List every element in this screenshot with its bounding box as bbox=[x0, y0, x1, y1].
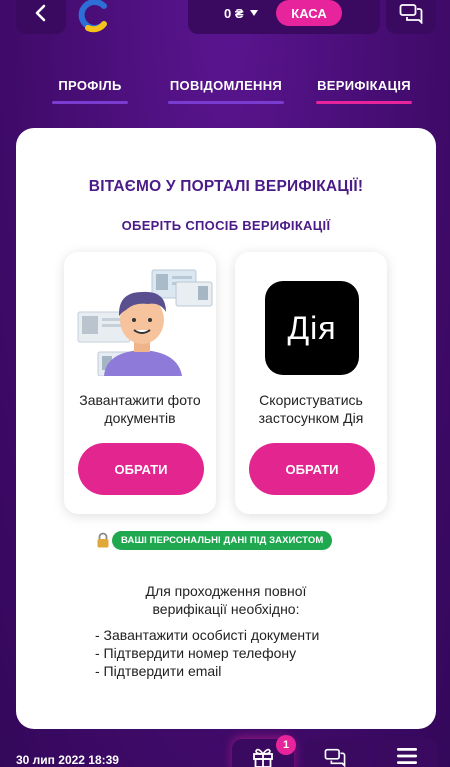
logo[interactable] bbox=[74, 0, 114, 34]
datetime: 30 лип 2022 18:39 bbox=[16, 753, 119, 767]
chat-nav-button[interactable] bbox=[304, 739, 366, 767]
tab-label: ПРОФІЛЬ bbox=[58, 78, 122, 93]
tab-label: ПОВІДОМЛЕННЯ bbox=[169, 78, 283, 93]
requirement-item: - Завантажити особисті документи bbox=[95, 627, 320, 643]
select-diia-button[interactable]: ОБРАТИ bbox=[249, 443, 375, 495]
option-text-line: Скористуватись bbox=[259, 392, 363, 408]
requirements-title-line: Для проходження повної bbox=[145, 583, 307, 599]
secure-notice: ВАШІ ПЕРСОНАЛЬНІ ДАНІ ПІД ЗАХИСТОМ bbox=[96, 530, 333, 550]
chevron-left-icon bbox=[35, 4, 46, 22]
requirement-item: - Підтвердити email bbox=[95, 663, 222, 679]
tab-label: ВЕРИФІКАЦІЯ bbox=[317, 78, 411, 93]
top-header: 0 ₴ КАСА bbox=[0, 0, 450, 34]
bottom-bar: 30 лип 2022 18:39 1 bbox=[0, 735, 450, 767]
diia-logo-text: Дія bbox=[287, 309, 337, 346]
option-text-line: документів bbox=[104, 410, 176, 426]
option-text-line: Завантажити фото bbox=[79, 392, 201, 408]
tab-underline bbox=[168, 101, 284, 104]
document-person-illustration bbox=[77, 269, 213, 376]
tab-underline-active bbox=[316, 101, 412, 104]
option-diia-app[interactable]: Дія Скористуватись застосунком Дія ОБРАТ… bbox=[235, 252, 387, 514]
option-upload-documents[interactable]: Завантажити фото документів ОБРАТИ bbox=[64, 252, 216, 514]
page-title: ВІТАЄМО У ПОРТАЛІ ВЕРИФІКАЦІЇ! bbox=[88, 178, 364, 195]
back-button[interactable] bbox=[16, 0, 66, 34]
tab-messages[interactable]: ПОВІДОМЛЕННЯ bbox=[168, 78, 284, 104]
requirement-item: - Підтвердити номер телефону bbox=[95, 645, 297, 661]
option-description: Скористуватись застосунком Дія bbox=[239, 391, 383, 427]
caret-down-icon[interactable] bbox=[250, 9, 258, 17]
option-description: Завантажити фото документів bbox=[68, 391, 212, 427]
chat-icon bbox=[399, 4, 423, 24]
gift-count-badge: 1 bbox=[276, 735, 296, 755]
requirements-list: - Завантажити особисті документи - Підтв… bbox=[95, 626, 319, 680]
profile-tabs: ПРОФІЛЬ ПОВІДОМЛЕННЯ ВЕРИФІКАЦІЯ bbox=[0, 78, 450, 108]
menu-button[interactable] bbox=[376, 739, 438, 767]
kasa-button[interactable]: КАСА bbox=[276, 0, 342, 26]
chat-icon bbox=[324, 748, 346, 767]
verification-card: ВІТАЄМО У ПОРТАЛІ ВЕРИФІКАЦІЇ! ОБЕРІТЬ С… bbox=[16, 128, 436, 729]
subtitle: ОБЕРІТЬ СПОСІБ ВЕРИФІКАЦІЇ bbox=[121, 218, 331, 233]
lock-icon bbox=[97, 532, 109, 548]
select-upload-button[interactable]: ОБРАТИ bbox=[78, 443, 204, 495]
diia-logo: Дія bbox=[265, 281, 359, 375]
secure-badge: ВАШІ ПЕРСОНАЛЬНІ ДАНІ ПІД ЗАХИСТОМ bbox=[112, 530, 333, 550]
requirements-title: Для проходження повної верифікації необх… bbox=[16, 582, 436, 618]
balance-amount[interactable]: 0 ₴ bbox=[224, 6, 244, 21]
tab-underline bbox=[52, 101, 128, 104]
requirements-title-line: верифікації необхідно: bbox=[152, 601, 300, 617]
balance-panel: 0 ₴ КАСА bbox=[188, 0, 380, 34]
gift-icon bbox=[253, 748, 273, 767]
chat-button[interactable] bbox=[386, 0, 436, 34]
tab-profile[interactable]: ПРОФІЛЬ bbox=[52, 78, 128, 104]
hamburger-menu-icon bbox=[397, 748, 417, 764]
option-text-line: застосунком Дія bbox=[258, 410, 364, 426]
tab-verification[interactable]: ВЕРИФІКАЦІЯ bbox=[316, 78, 412, 104]
